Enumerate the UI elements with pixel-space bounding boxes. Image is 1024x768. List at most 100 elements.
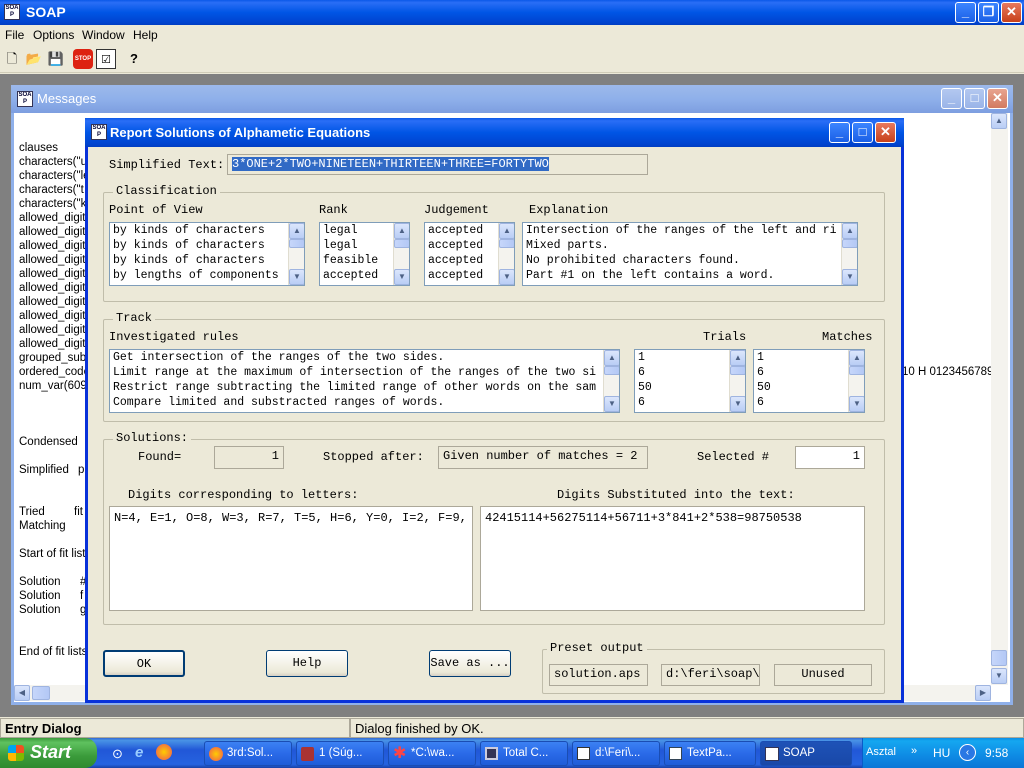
scroll-up-icon[interactable]: ▲ — [499, 223, 514, 239]
messages-vscrollbar[interactable]: ▲ ▼ — [991, 113, 1008, 685]
simplified-text-field[interactable]: 3*ONE+2*TWO+NINETEEN+THIRTEEN+THREE=FORT… — [227, 154, 648, 175]
minimize-button[interactable]: _ — [955, 2, 976, 23]
selected-field[interactable]: 1 — [795, 446, 865, 469]
open-folder-icon[interactable]: 📂 — [24, 49, 44, 69]
list-scrollbar[interactable]: ▲ ▼ — [498, 223, 514, 285]
firefox-icon[interactable] — [156, 744, 172, 760]
close-button[interactable]: ✕ — [1001, 2, 1022, 23]
scroll-down-icon[interactable]: ▼ — [394, 269, 409, 285]
rank-list[interactable]: legal legal feasible accepted ▲ ▼ — [319, 222, 410, 286]
scroll-up-icon[interactable]: ▲ — [394, 223, 409, 239]
list-scrollbar[interactable]: ▲ ▼ — [603, 350, 619, 412]
scroll-down-icon[interactable]: ▼ — [991, 668, 1007, 684]
messages-close-button[interactable]: ✕ — [987, 88, 1008, 109]
language-indicator[interactable]: HU — [933, 746, 950, 760]
matches-list[interactable]: 1 6 50 6 ▲ ▼ — [753, 349, 865, 413]
scroll-thumb[interactable] — [32, 686, 50, 700]
stop-icon[interactable]: STOP — [73, 49, 93, 69]
scroll-down-icon[interactable]: ▼ — [730, 396, 745, 412]
app-titlebar[interactable]: SOA P SOAP _ ❐ ✕ — [0, 0, 1024, 25]
save-as-button[interactable]: Save as ... — [429, 650, 511, 677]
start-button[interactable]: Start — [0, 738, 97, 768]
list-item[interactable]: Mixed parts. — [523, 238, 857, 253]
list-item[interactable]: Restrict range subtracting the limited r… — [110, 380, 619, 395]
scroll-up-icon[interactable]: ▲ — [730, 350, 745, 366]
scroll-down-icon[interactable]: ▼ — [604, 396, 619, 412]
messages-maximize-button[interactable]: □ — [964, 88, 985, 109]
show-desktop-icon[interactable]: ⊙ — [112, 746, 123, 762]
list-scrollbar[interactable]: ▲ ▼ — [393, 223, 409, 285]
scroll-thumb[interactable] — [842, 239, 857, 248]
task-button-3rd-sol[interactable]: 3rd:Sol... — [204, 741, 292, 766]
digits-text-box[interactable]: 42415114+56275114+56711+3*841+2*538=9875… — [480, 506, 865, 611]
scroll-thumb[interactable] — [991, 650, 1007, 666]
explanation-list[interactable]: Intersection of the ranges of the left a… — [522, 222, 858, 286]
list-item[interactable]: Get intersection of the ranges of the tw… — [110, 350, 619, 365]
restore-button[interactable]: ❐ — [978, 2, 999, 23]
task-button-total-commander[interactable]: Total C... — [480, 741, 568, 766]
investigated-rules-list[interactable]: Get intersection of the ranges of the tw… — [109, 349, 620, 413]
list-item[interactable]: by kinds of characters — [110, 223, 304, 238]
list-scrollbar[interactable]: ▲ ▼ — [841, 223, 857, 285]
save-icon[interactable]: 💾 — [46, 49, 66, 69]
list-item[interactable]: Compare limited and substracted ranges o… — [110, 395, 619, 410]
task-button-soap[interactable]: SOAP — [760, 741, 852, 766]
scroll-thumb[interactable] — [394, 239, 409, 248]
menu-options[interactable]: Options — [33, 28, 74, 42]
scroll-down-icon[interactable]: ▼ — [849, 396, 864, 412]
scroll-up-icon[interactable]: ▲ — [604, 350, 619, 366]
tray-label[interactable]: Asztal — [866, 746, 896, 758]
scroll-thumb[interactable] — [499, 239, 514, 248]
dialog-maximize-button[interactable]: □ — [852, 122, 873, 143]
trials-list[interactable]: 1 6 50 6 ▲ ▼ — [634, 349, 746, 413]
digits-letters-box[interactable]: N=4, E=1, O=8, W=3, R=7, T=5, H=6, Y=0, … — [109, 506, 473, 611]
list-item[interactable]: by kinds of characters — [110, 253, 304, 268]
scroll-up-icon[interactable]: ▲ — [991, 113, 1007, 129]
help-icon[interactable]: ? — [124, 49, 144, 69]
chevron-double-right-icon[interactable]: » — [911, 745, 917, 757]
scroll-up-icon[interactable]: ▲ — [842, 223, 857, 239]
scroll-down-icon[interactable]: ▼ — [842, 269, 857, 285]
dialog-titlebar[interactable]: SOA P Report Solutions of Alphametic Equa… — [85, 118, 904, 147]
clock[interactable]: 9:58 — [985, 746, 1008, 760]
scroll-thumb[interactable] — [289, 239, 304, 248]
task-button-sug[interactable]: 1 (Súg... — [296, 741, 384, 766]
new-file-icon[interactable]: 🗋 — [2, 49, 22, 69]
scroll-left-icon[interactable]: ◀ — [14, 685, 30, 701]
checklist-icon[interactable]: ☑ — [96, 49, 116, 69]
scroll-down-icon[interactable]: ▼ — [499, 269, 514, 285]
list-item[interactable]: Limit range at the maximum of intersecti… — [110, 365, 619, 380]
chevron-left-icon[interactable]: ‹ — [959, 744, 976, 761]
list-item[interactable]: by kinds of characters — [110, 238, 304, 253]
task-button-textpad[interactable]: TextPa... — [664, 741, 756, 766]
scroll-thumb[interactable] — [604, 366, 619, 375]
messages-titlebar[interactable]: SOA P Messages _ □ ✕ — [11, 85, 1013, 113]
scroll-thumb[interactable] — [730, 366, 745, 375]
scroll-right-icon[interactable]: ▶ — [975, 685, 991, 701]
scroll-up-icon[interactable]: ▲ — [289, 223, 304, 239]
list-item[interactable]: by lengths of components — [110, 268, 304, 283]
list-scrollbar[interactable]: ▲ ▼ — [729, 350, 745, 412]
list-item[interactable]: No prohibited characters found. — [523, 253, 857, 268]
point-of-view-list[interactable]: by kinds of characters by kinds of chara… — [109, 222, 305, 286]
task-button-d-feri[interactable]: d:\Feri\... — [572, 741, 660, 766]
menu-window[interactable]: Window — [82, 28, 125, 42]
dialog-close-button[interactable]: ✕ — [875, 122, 896, 143]
list-item[interactable]: Part #1 on the left contains a word. — [523, 268, 857, 283]
task-button-cwa[interactable]: ✱ *C:\wa... — [388, 741, 476, 766]
messages-minimize-button[interactable]: _ — [941, 88, 962, 109]
menu-file[interactable]: File — [5, 28, 24, 42]
internet-explorer-icon[interactable]: e — [135, 744, 143, 761]
menu-help[interactable]: Help — [133, 28, 158, 42]
list-scrollbar[interactable]: ▲ ▼ — [288, 223, 304, 285]
taskbar: Start ⊙ e 3rd:Sol... 1 (Súg... ✱ *C:\wa..… — [0, 738, 1024, 768]
help-button[interactable]: Help — [266, 650, 348, 677]
ok-button[interactable]: OK — [103, 650, 185, 677]
scroll-up-icon[interactable]: ▲ — [849, 350, 864, 366]
dialog-minimize-button[interactable]: _ — [829, 122, 850, 143]
list-item[interactable]: Intersection of the ranges of the left a… — [523, 223, 857, 238]
scroll-thumb[interactable] — [849, 366, 864, 375]
judgement-list[interactable]: accepted accepted accepted accepted ▲ ▼ — [424, 222, 515, 286]
list-scrollbar[interactable]: ▲ ▼ — [848, 350, 864, 412]
scroll-down-icon[interactable]: ▼ — [289, 269, 304, 285]
